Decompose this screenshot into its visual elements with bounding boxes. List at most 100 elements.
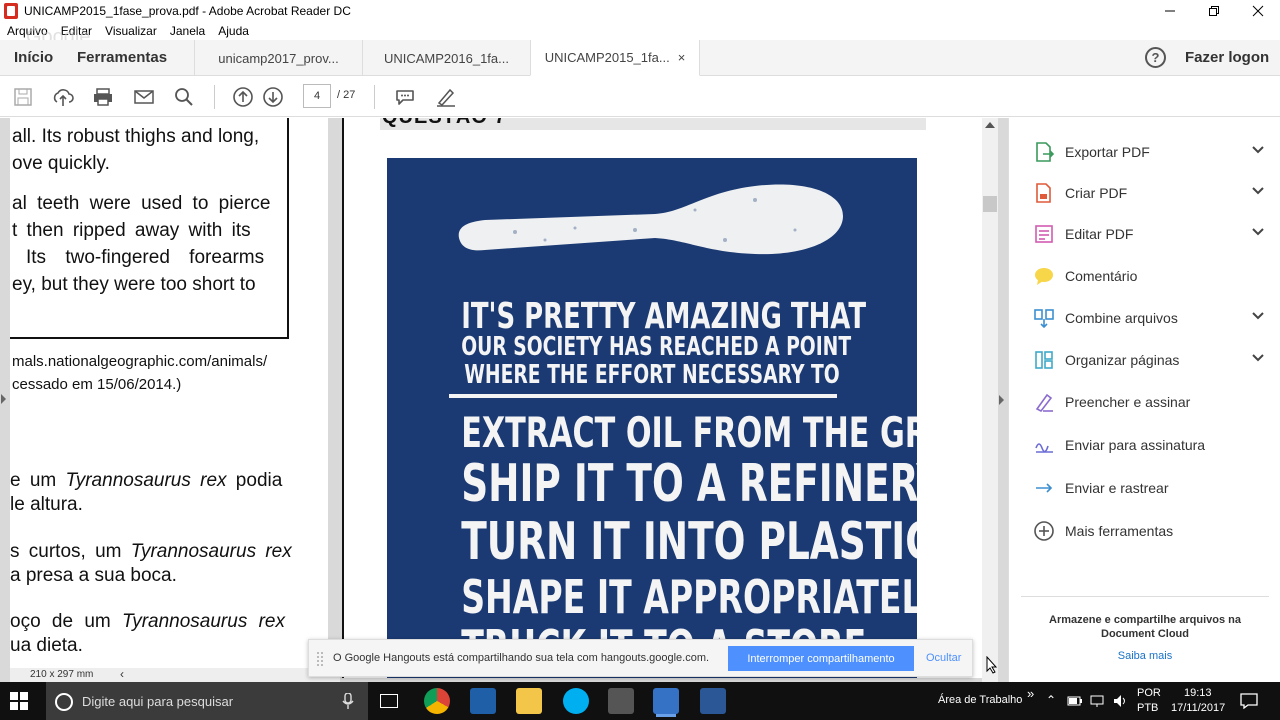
tray-expand-icon[interactable]: ⌃ bbox=[1046, 693, 1056, 707]
tool-enviar-assinatura[interactable]: Enviar para assinatura bbox=[1033, 432, 1205, 458]
save-icon[interactable] bbox=[12, 86, 34, 108]
tool-label: Comentário bbox=[1065, 268, 1138, 284]
search-icon[interactable] bbox=[173, 86, 195, 108]
tool-comentario[interactable]: Comentário bbox=[1033, 263, 1137, 289]
task-view-icon[interactable] bbox=[380, 694, 398, 708]
menu-visualizar[interactable]: Visualizar bbox=[105, 24, 157, 38]
option-line: s curtos, um Tyrannosaurus rex bbox=[10, 541, 292, 562]
vertical-scrollbar[interactable] bbox=[982, 118, 998, 682]
left-panel-toggle-icon[interactable] bbox=[1, 394, 6, 404]
tab-unicamp2017[interactable]: unicamp2017_prov... bbox=[194, 40, 362, 76]
file-icon[interactable] bbox=[653, 688, 679, 714]
page-text-line: Its two-fingered forearms bbox=[26, 247, 265, 268]
language-indicator[interactable]: POR bbox=[1137, 687, 1161, 699]
window-title: UNICAMP2015_1fase_prova.pdf - Adobe Acro… bbox=[24, 4, 351, 18]
print-icon[interactable] bbox=[92, 86, 114, 108]
send-track-icon bbox=[1033, 477, 1055, 499]
tab-bar: Início Ferramentas unicamp2017_prov... U… bbox=[0, 40, 1280, 76]
document-viewer[interactable]: all. Its robust thighs and long, ove qui… bbox=[0, 118, 1008, 682]
current-page: QUESTÃO 7 IT'S PRETTY AMAZING THAT OUR S… bbox=[342, 118, 982, 678]
page-text-line: t then ripped away with its bbox=[12, 220, 251, 241]
tool-label: Organizar páginas bbox=[1065, 352, 1180, 368]
battery-icon[interactable] bbox=[1067, 694, 1083, 708]
chevron-down-icon[interactable] bbox=[1251, 224, 1265, 243]
tab-close-icon[interactable]: × bbox=[678, 50, 686, 65]
tab-unicamp2016[interactable]: UNICAMP2016_1fa... bbox=[362, 40, 530, 76]
tool-combine-arquivos[interactable]: Combine arquivos bbox=[1033, 305, 1264, 331]
calculator-icon[interactable] bbox=[608, 688, 634, 714]
scroll-up-icon[interactable] bbox=[985, 122, 995, 128]
next-page-icon[interactable] bbox=[262, 86, 284, 108]
previous-page-icon[interactable] bbox=[232, 86, 254, 108]
tool-editar-pdf[interactable]: Editar PDF bbox=[1033, 221, 1264, 247]
stop-sharing-button[interactable]: Interromper compartilhamento bbox=[728, 646, 914, 671]
microphone-icon[interactable] bbox=[342, 693, 354, 709]
hangouts-message: O Google Hangouts está compartilhando su… bbox=[333, 652, 710, 664]
option-line: e um Tyrannosaurus rex podia bbox=[10, 470, 283, 491]
tool-enviar-rastrear[interactable]: Enviar e rastrear bbox=[1033, 475, 1168, 501]
skype-icon[interactable] bbox=[563, 688, 589, 714]
poster-text-line: OUR SOCIETY HAS REACHED A POINT bbox=[461, 332, 852, 362]
minimize-button[interactable] bbox=[1148, 0, 1192, 22]
mouse-cursor-icon bbox=[986, 655, 998, 679]
help-icon[interactable]: ? bbox=[1145, 47, 1166, 68]
cloud-upload-icon[interactable] bbox=[52, 86, 74, 108]
windows-start-icon[interactable] bbox=[10, 692, 28, 715]
page-text-line: ey, but they were too short to bbox=[12, 274, 256, 295]
poster-text-line: IT'S PRETTY AMAZING THAT bbox=[461, 296, 867, 337]
tool-criar-pdf[interactable]: Criar PDF bbox=[1033, 180, 1264, 206]
clock-date[interactable]: 17/11/2017 bbox=[1171, 702, 1225, 714]
login-link[interactable]: Fazer logon bbox=[1185, 49, 1269, 66]
tool-preencher-assinar[interactable]: Preencher e assinar bbox=[1033, 389, 1190, 415]
email-icon[interactable] bbox=[133, 86, 155, 108]
tool-exportar-pdf[interactable]: Exportar PDF bbox=[1033, 139, 1264, 165]
tool-mais-ferramentas[interactable]: Mais ferramentas bbox=[1033, 518, 1173, 544]
tool-label: Exportar PDF bbox=[1065, 144, 1150, 160]
option-line: a presa a sua boca. bbox=[10, 565, 177, 586]
chevron-down-icon[interactable] bbox=[1251, 183, 1265, 202]
windows-taskbar: Digite aqui para pesquisar Área de Traba… bbox=[0, 682, 1280, 720]
hide-button[interactable]: Ocultar bbox=[926, 652, 961, 664]
menu-ajuda[interactable]: Ajuda bbox=[218, 24, 249, 38]
poster-text-line: WHERE THE EFFORT NECESSARY TO bbox=[464, 360, 840, 390]
scrollbar-thumb[interactable] bbox=[983, 196, 997, 212]
home-tab[interactable]: Início bbox=[14, 49, 53, 66]
tool-label: Preencher e assinar bbox=[1065, 394, 1191, 410]
left-page: all. Its robust thighs and long, ove qui… bbox=[10, 118, 328, 668]
poster-text-line: EXTRACT OIL FROM THE GROUND, bbox=[461, 408, 917, 457]
fill-sign-icon bbox=[1033, 391, 1055, 413]
clock-time[interactable]: 19:13 bbox=[1184, 687, 1212, 699]
volume-icon[interactable] bbox=[1112, 693, 1128, 709]
scroll-left-icon[interactable]: ‹ bbox=[120, 667, 124, 681]
desktop-toolbar-label[interactable]: Área de Trabalho bbox=[938, 694, 1022, 706]
chevron-down-icon[interactable] bbox=[1251, 350, 1265, 369]
drag-handle-icon[interactable] bbox=[317, 652, 323, 666]
toolbar-divider bbox=[214, 85, 215, 109]
menu-janela[interactable]: Janela bbox=[170, 24, 205, 38]
network-icon[interactable] bbox=[1090, 694, 1106, 708]
comment-icon[interactable] bbox=[394, 86, 416, 108]
menu-bar: Arquivo Editar Visualizar Janela Ajuda bbox=[0, 22, 1280, 40]
chevron-down-icon[interactable] bbox=[1251, 308, 1265, 327]
notification-icon[interactable] bbox=[1240, 693, 1258, 709]
tool-label: Enviar e rastrear bbox=[1065, 480, 1169, 496]
highlight-pen-icon[interactable] bbox=[435, 86, 457, 108]
app-icon[interactable] bbox=[470, 688, 496, 714]
tab-unicamp2015[interactable]: UNICAMP2015_1fa... × bbox=[530, 40, 700, 76]
word-icon[interactable] bbox=[700, 688, 726, 714]
taskbar-search[interactable]: Digite aqui para pesquisar bbox=[46, 682, 368, 720]
learn-more-link[interactable]: Saiba mais bbox=[1033, 650, 1257, 662]
page-number-input[interactable]: 4 bbox=[303, 84, 331, 108]
tool-label: Mais ferramentas bbox=[1065, 523, 1174, 539]
toolbar-expand-icon[interactable]: » bbox=[1027, 686, 1034, 701]
chevron-down-icon[interactable] bbox=[1251, 142, 1265, 161]
chrome-icon[interactable] bbox=[424, 688, 450, 714]
tool-organizar-paginas[interactable]: Organizar páginas bbox=[1033, 347, 1264, 373]
close-window-button[interactable] bbox=[1236, 0, 1280, 22]
toolbar bbox=[0, 77, 1280, 117]
tools-tab[interactable]: Ferramentas bbox=[77, 49, 167, 66]
restore-button[interactable] bbox=[1192, 0, 1236, 22]
keyboard-layout[interactable]: PTB bbox=[1137, 702, 1158, 714]
file-explorer-icon[interactable] bbox=[516, 688, 542, 714]
right-panel-toggle-icon[interactable] bbox=[999, 395, 1004, 405]
